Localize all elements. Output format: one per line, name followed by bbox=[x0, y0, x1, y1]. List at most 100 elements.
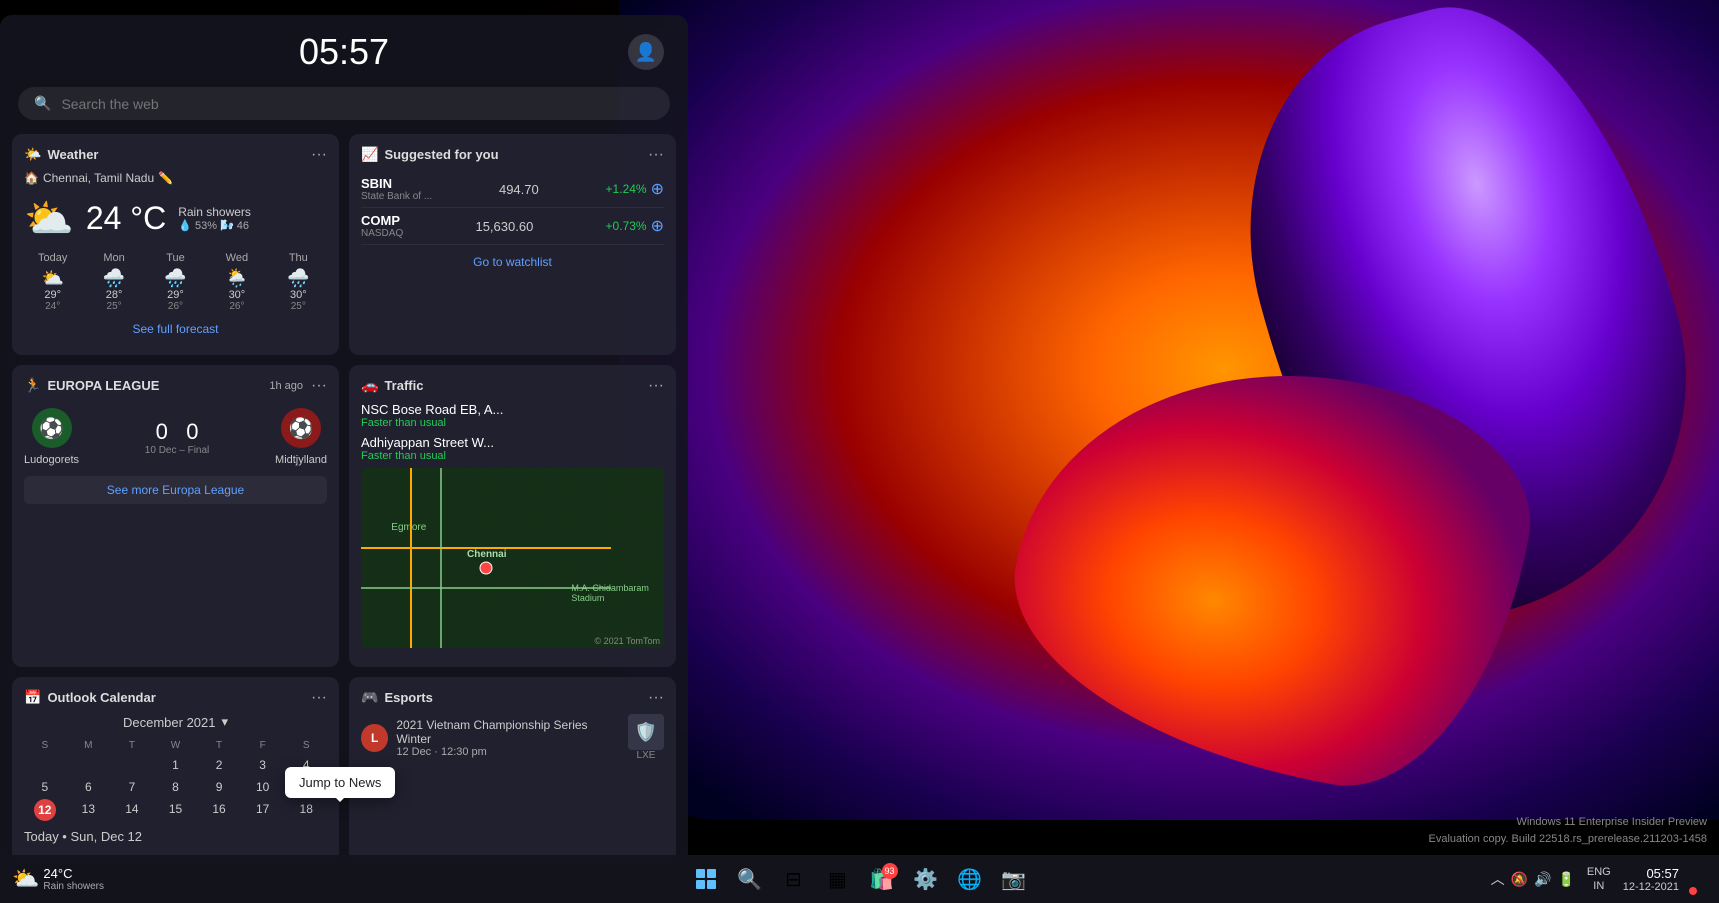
chevron-up-icon[interactable]: ︿ bbox=[1491, 869, 1505, 889]
team-ludogorets: ⚽ Ludogorets bbox=[24, 408, 79, 466]
search-input[interactable] bbox=[61, 96, 654, 112]
cal-day-18[interactable]: 18 bbox=[285, 799, 327, 821]
taskbar: ⛅ 24°C Rain showers 🔍 ⊟ ▦ bbox=[0, 855, 1719, 903]
taskbar-clock[interactable]: 05:57 12-12-2021 bbox=[1623, 866, 1679, 893]
taskbar-weather-icon: ⛅ bbox=[12, 866, 39, 892]
traffic-map[interactable]: Egmore Chennai M.A. ChidambaramStadium ©… bbox=[361, 468, 664, 648]
team1-badge: ⚽ bbox=[32, 408, 72, 448]
goto-watchlist-link[interactable]: Go to watchlist bbox=[361, 255, 664, 269]
cal-day-12-today[interactable]: 12 bbox=[34, 799, 56, 821]
start-button[interactable] bbox=[688, 861, 724, 897]
windows-logo bbox=[696, 869, 716, 889]
match-score: 0 0 bbox=[145, 419, 209, 445]
stocks-more-button[interactable]: ··· bbox=[648, 147, 664, 163]
cal-day-7[interactable]: 7 bbox=[111, 777, 153, 797]
edge-button[interactable]: 🌐 bbox=[952, 861, 988, 897]
taskbar-weather-desc: Rain showers bbox=[43, 881, 104, 892]
battery-icon[interactable]: 🔋 bbox=[1557, 871, 1574, 888]
cal-day-14[interactable]: 14 bbox=[111, 799, 153, 821]
see-full-forecast-link[interactable]: See full forecast bbox=[24, 322, 327, 336]
match-date: 10 Dec – Final bbox=[145, 445, 209, 456]
esports-team-tag: LXE bbox=[637, 750, 656, 761]
widget-panel: 05:57 👤 🔍 🌤️ Weather ··· 🏠 Chennai, Tami… bbox=[0, 15, 688, 875]
user-avatar-button[interactable]: 👤 bbox=[628, 34, 664, 70]
esports-widget-title: Esports bbox=[384, 690, 432, 705]
stock-add-sbin[interactable]: ⊕ bbox=[651, 179, 664, 199]
team2-badge: ⚽ bbox=[281, 408, 321, 448]
weather-widget-title: Weather bbox=[47, 147, 98, 162]
language-indicator[interactable]: ENGIN bbox=[1587, 865, 1611, 894]
taskbar-clock-time: 05:57 bbox=[1623, 866, 1679, 881]
build-info: Windows 11 Enterprise Insider Preview Ev… bbox=[1429, 814, 1707, 847]
clock-display: 05:57 bbox=[237, 31, 450, 73]
taskbar-clock-date: 12-12-2021 bbox=[1623, 881, 1679, 893]
map-roads bbox=[361, 468, 664, 648]
esports-more-button[interactable]: ··· bbox=[648, 690, 664, 706]
esports-event: L 2021 Vietnam Championship Series Winte… bbox=[361, 714, 664, 761]
cal-day-13[interactable]: 13 bbox=[68, 799, 110, 821]
sports-widget-title: EUROPA LEAGUE bbox=[47, 378, 159, 393]
traffic-more-button[interactable]: ··· bbox=[648, 378, 664, 394]
taskbar-search-button[interactable]: 🔍 bbox=[732, 861, 768, 897]
system-tray: ︿ 🔕 🔊 🔋 bbox=[1491, 869, 1575, 889]
volume-icon[interactable]: 🔊 bbox=[1534, 871, 1551, 888]
calendar-today-label: Today • Sun, Dec 12 bbox=[24, 829, 327, 844]
jump-to-news-tooltip[interactable]: Jump to News bbox=[285, 767, 395, 798]
weather-precipitation: 💧 53% 🌬️ 46 bbox=[178, 219, 251, 232]
search-bar[interactable]: 🔍 bbox=[18, 87, 670, 120]
calendar-widget-icon: 📅 bbox=[24, 689, 41, 706]
cal-day-17[interactable]: 17 bbox=[242, 799, 284, 821]
cal-day-10[interactable]: 10 bbox=[242, 777, 284, 797]
taskbar-right: ︿ 🔕 🔊 🔋 ENGIN 05:57 12-12-2021 bbox=[1491, 855, 1707, 903]
cal-day-3[interactable]: 3 bbox=[242, 755, 284, 775]
stock-add-comp[interactable]: ⊕ bbox=[651, 216, 664, 236]
weather-widget: 🌤️ Weather ··· 🏠 Chennai, Tamil Nadu ✏️ … bbox=[12, 134, 339, 355]
traffic-widget-header: 🚗 Traffic ··· bbox=[361, 377, 664, 394]
cal-day-2[interactable]: 2 bbox=[198, 755, 240, 775]
settings-button[interactable]: ⚙️ bbox=[908, 861, 944, 897]
esports-widget-header: 🎮 Esports ··· bbox=[361, 689, 664, 706]
weather-more-button[interactable]: ··· bbox=[311, 147, 327, 163]
sports-widget: 🏃 EUROPA LEAGUE 1h ago ··· ⚽ Ludogorets … bbox=[12, 365, 339, 667]
cal-day-empty2 bbox=[68, 755, 110, 775]
cal-day-9[interactable]: 9 bbox=[198, 777, 240, 797]
task-view-button[interactable]: ⊟ bbox=[776, 861, 812, 897]
sports-widget-icon: 🏃 bbox=[24, 377, 41, 394]
media-button[interactable]: 📷 bbox=[996, 861, 1032, 897]
notification-area[interactable] bbox=[1691, 855, 1707, 903]
calendar-month-dropdown-icon[interactable]: ▾ bbox=[221, 714, 228, 730]
traffic-widget: 🚗 Traffic ··· NSC Bose Road EB, A... Fas… bbox=[349, 365, 676, 667]
stock-row-comp: COMP NASDAQ 15,630.60 +0.73% ⊕ bbox=[361, 208, 664, 245]
forecast-day-1: Mon 🌧️ 28° 25° bbox=[85, 252, 142, 312]
esports-event-name: 2021 Vietnam Championship Series Winter bbox=[396, 718, 620, 746]
calendar-more-button[interactable]: ··· bbox=[311, 690, 327, 706]
see-more-league-link[interactable]: See more Europa League bbox=[24, 476, 327, 504]
sports-more-button[interactable]: ··· bbox=[311, 378, 327, 394]
cal-day-6[interactable]: 6 bbox=[68, 777, 110, 797]
cal-day-1[interactable]: 1 bbox=[155, 755, 197, 775]
cal-day-8[interactable]: 8 bbox=[155, 777, 197, 797]
weather-widget-header: 🌤️ Weather ··· bbox=[24, 146, 327, 163]
taskbar-search-icon: 🔍 bbox=[737, 867, 762, 892]
weather-main: ⛅ 24 °C Rain showers 💧 53% 🌬️ 46 bbox=[24, 195, 327, 242]
stocks-widget-title: Suggested for you bbox=[384, 147, 498, 162]
widgets-grid: 🌤️ Weather ··· 🏠 Chennai, Tamil Nadu ✏️ … bbox=[0, 134, 688, 875]
stocks-widget-header: 📈 Suggested for you ··· bbox=[361, 146, 664, 163]
cal-day-16[interactable]: 16 bbox=[198, 799, 240, 821]
store-button[interactable]: 🛍️ 93 bbox=[864, 861, 900, 897]
calendar-grid: S M T W T F S 1 2 3 4 5 6 7 8 9 10 11 bbox=[24, 738, 327, 821]
esports-event-logo: L bbox=[361, 724, 388, 752]
cal-day-empty1 bbox=[24, 755, 66, 775]
cal-day-5[interactable]: 5 bbox=[24, 777, 66, 797]
cal-day-15[interactable]: 15 bbox=[155, 799, 197, 821]
notification-dot bbox=[1689, 887, 1697, 895]
task-view-icon: ⊟ bbox=[785, 867, 802, 892]
esports-event-time: 12 Dec · 12:30 pm bbox=[396, 746, 620, 758]
weather-condition-icon: ⛅ bbox=[24, 195, 74, 242]
weather-temperature: 24 °C bbox=[86, 200, 166, 237]
sports-widget-header: 🏃 EUROPA LEAGUE 1h ago ··· bbox=[24, 377, 327, 394]
widgets-button[interactable]: ▦ bbox=[820, 861, 856, 897]
weather-description: Rain showers bbox=[178, 205, 251, 219]
stocks-widget-icon: 📈 bbox=[361, 146, 378, 163]
mute-icon[interactable]: 🔕 bbox=[1511, 871, 1528, 888]
